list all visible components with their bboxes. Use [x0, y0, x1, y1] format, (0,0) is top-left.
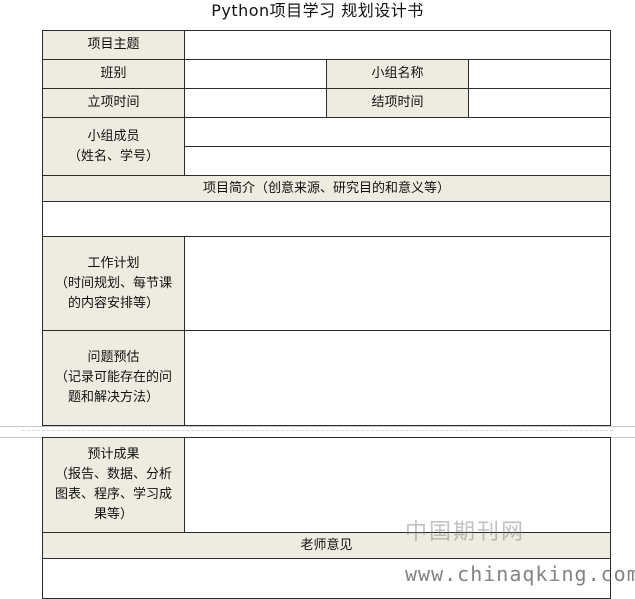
members-field-1[interactable] — [184, 117, 611, 147]
planning-form-top: 项目主题 班别 小组名称 立项时间 结项时间 小组成员 （姓名、学号） 项目简介… — [42, 30, 611, 426]
row-teacher-header: 老师意见 — [42, 532, 611, 559]
row-work-plan: 工作计划 （时间规划、每节课 的内容安排等） — [42, 236, 611, 331]
row-members-1: 小组成员 （姓名、学号） — [42, 117, 611, 176]
intro-field[interactable] — [42, 201, 611, 237]
project-topic-label: 项目主题 — [42, 30, 185, 60]
work-plan-label-line2: （时间规划、每节课 — [54, 275, 172, 291]
work-plan-field[interactable] — [184, 236, 611, 331]
issues-label-line3: 题和解决方法） — [67, 390, 159, 405]
issues-label: 问题预估 （记录可能存在的问 题和解决方法） — [42, 330, 185, 426]
issues-label-line2: （记录可能存在的问 — [54, 370, 172, 385]
class-field[interactable] — [184, 59, 327, 89]
members-field-2[interactable] — [184, 146, 611, 176]
teacher-header: 老师意见 — [42, 532, 611, 559]
results-label-line2: （报告、数据、分析 — [54, 467, 172, 482]
results-label-line3: 图表、程序、学习成 — [54, 487, 172, 502]
work-plan-label: 工作计划 （时间规划、每节课 的内容安排等） — [42, 236, 185, 331]
end-time-field[interactable] — [468, 88, 611, 118]
results-label-line1: 预计成果 — [87, 447, 140, 462]
issues-label-line1: 问题预估 — [87, 350, 140, 365]
watermark-url: www.chinaqking.com — [405, 562, 635, 586]
row-times: 立项时间 结项时间 — [42, 88, 611, 118]
class-label: 班别 — [42, 59, 185, 89]
row-intro-body — [42, 201, 611, 237]
intro-header: 项目简介（创意来源、研究目的和意义等） — [42, 175, 611, 202]
results-label: 预计成果 （报告、数据、分析 图表、程序、学习成 果等） — [42, 437, 185, 533]
page-break-line — [22, 430, 613, 431]
watermark-text: 中国期刊网 — [405, 520, 526, 545]
members-label-line1: 小组成员 — [87, 128, 140, 144]
row-results: 预计成果 （报告、数据、分析 图表、程序、学习成 果等） — [42, 437, 611, 533]
results-field[interactable] — [184, 437, 611, 533]
start-time-field[interactable] — [184, 88, 327, 118]
row-project-topic: 项目主题 — [42, 30, 611, 60]
members-label-line2: （姓名、学号） — [67, 148, 159, 164]
row-class-group: 班别 小组名称 — [42, 59, 611, 89]
group-name-field[interactable] — [468, 59, 611, 89]
work-plan-label-line3: 的内容安排等） — [67, 295, 159, 311]
row-intro-header: 项目简介（创意来源、研究目的和意义等） — [42, 175, 611, 202]
row-issues: 问题预估 （记录可能存在的问 题和解决方法） — [42, 330, 611, 426]
project-topic-field[interactable] — [184, 30, 611, 60]
document-title: Python项目学习 规划设计书 — [211, 1, 424, 20]
start-time-label: 立项时间 — [42, 88, 185, 118]
end-time-label: 结项时间 — [326, 88, 469, 118]
results-label-line4: 果等） — [93, 507, 133, 522]
work-plan-label-line1: 工作计划 — [87, 255, 140, 271]
group-name-label: 小组名称 — [326, 59, 469, 89]
issues-field[interactable] — [184, 330, 611, 426]
members-label: 小组成员 （姓名、学号） — [42, 117, 185, 176]
